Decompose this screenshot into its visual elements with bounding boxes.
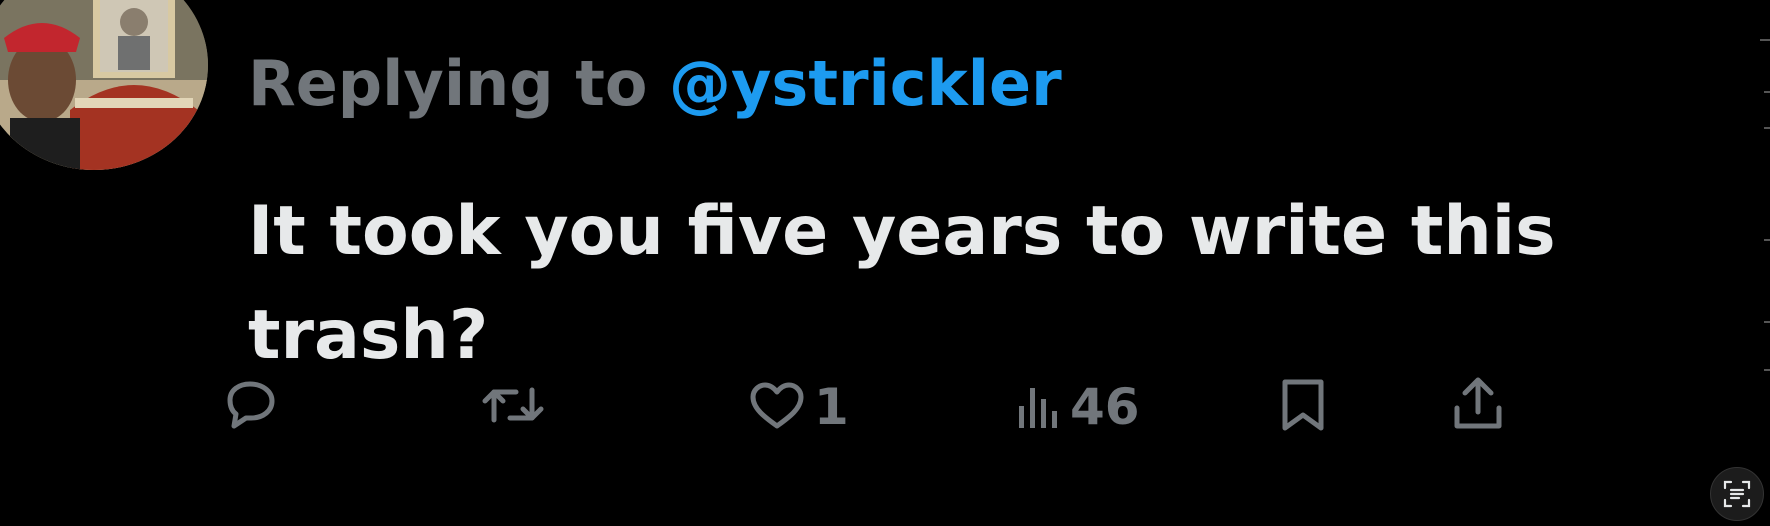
avatar[interactable] [0,0,208,170]
reply-handle-link[interactable]: @ystrickler [669,47,1062,120]
views-count: 46 [1070,378,1140,436]
retweet-icon [482,387,544,423]
edge-marks [1760,39,1770,371]
views-button[interactable]: 46 [1016,378,1140,436]
share-button[interactable] [1452,376,1504,432]
replying-to: Replying to @ystrickler [248,44,1062,124]
views-icon [1019,388,1057,428]
avatar-image [0,0,208,170]
reply-icon [227,381,275,429]
visual-lookup-icon [1723,480,1751,508]
reply-button[interactable] [222,380,286,430]
like-count: 1 [814,378,849,436]
like-button[interactable]: 1 [748,378,849,436]
bookmark-button[interactable] [1280,378,1326,432]
scrollbar-edge [1748,0,1770,522]
retweet-button[interactable] [482,380,552,430]
like-icon [750,382,804,429]
replying-prefix: Replying to [248,47,670,120]
tweet-actions: 1 46 [0,377,1770,490]
share-icon [1454,377,1502,429]
visual-lookup-button[interactable] [1710,467,1764,521]
tweet-text: It took you five years to write this tra… [248,192,1556,375]
bookmark-icon [1282,379,1324,431]
